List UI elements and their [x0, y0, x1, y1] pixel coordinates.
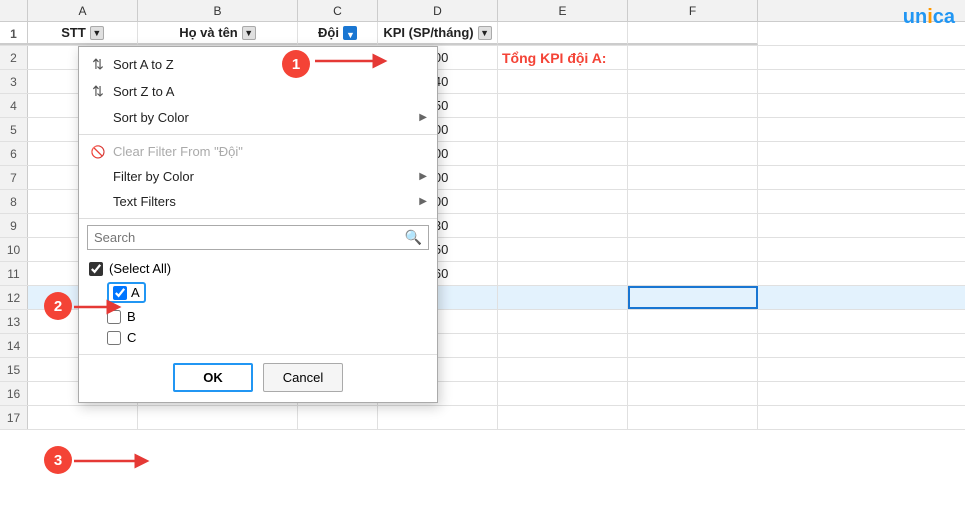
header-kpi: KPI (SP/tháng) ▼	[378, 22, 498, 45]
sort-a-to-z-item[interactable]: ⇅ Sort A to Z	[79, 51, 437, 78]
col-header-a: A	[28, 0, 138, 21]
item-b-checkbox[interactable]	[107, 310, 121, 324]
clear-filter-icon: 🚫	[89, 145, 107, 159]
text-filters-item[interactable]: Text Filters ▶	[79, 189, 437, 214]
header-e	[498, 22, 628, 45]
sort-by-color-item[interactable]: Sort by Color ▶	[79, 105, 437, 130]
sort-az-icon: ⇅	[89, 56, 107, 73]
search-box[interactable]: 🔍	[87, 225, 429, 250]
filter-kpi[interactable]: ▼	[478, 26, 492, 40]
filter-doi[interactable]: ▼	[343, 26, 357, 40]
filter-by-color-item[interactable]: Filter by Color ▶	[79, 164, 437, 189]
filter-color-submenu-arrow: ▶	[419, 171, 427, 182]
badge-3: 3	[44, 446, 72, 474]
text-filters-submenu-arrow: ▶	[419, 196, 427, 207]
sort-za-icon: ⇅	[89, 83, 107, 100]
unica-logo: unica	[903, 6, 955, 29]
item-c-checkbox[interactable]	[107, 331, 121, 345]
ok-button[interactable]: OK	[173, 363, 253, 392]
sort-az-label: Sort A to Z	[113, 57, 174, 72]
menu-separator-2	[79, 218, 437, 219]
text-filters-label: Text Filters	[113, 194, 176, 209]
select-all-checkbox[interactable]	[89, 262, 103, 276]
spreadsheet: unica A B C D E F 1 STT ▼ Họ và tên ▼	[0, 0, 965, 526]
col-header-f: F	[628, 0, 758, 21]
checkbox-list: (Select All) A B C	[79, 256, 437, 350]
button-row: OK Cancel	[79, 354, 437, 398]
corner-header	[0, 0, 28, 21]
tong-kpi-label: Tổng KPI đội A:	[498, 46, 628, 69]
clear-filter-label: Clear Filter From "Đội"	[113, 144, 243, 159]
sort-by-color-label: Sort by Color	[113, 110, 189, 125]
sort-za-label: Sort Z to A	[113, 84, 174, 99]
col-header-e: E	[498, 0, 628, 21]
col-header-b: B	[138, 0, 298, 21]
item-b-row[interactable]: B	[87, 306, 429, 327]
item-a-label: A	[131, 285, 140, 300]
header-ho-va-ten: Họ và tên ▼	[138, 22, 298, 45]
search-icon: 🔍	[405, 229, 422, 246]
search-input[interactable]	[94, 230, 401, 245]
menu-separator-1	[79, 134, 437, 135]
select-all-label: (Select All)	[109, 261, 171, 276]
row-num-1: 1	[0, 22, 28, 45]
filter-dropdown: ⇅ Sort A to Z ⇅ Sort Z to A Sort by Colo…	[78, 46, 438, 403]
column-headers: A B C D E F	[0, 0, 965, 22]
filter-by-color-label: Filter by Color	[113, 169, 194, 184]
clear-filter-item: 🚫 Clear Filter From "Đội"	[79, 139, 437, 164]
item-a-box: A	[107, 282, 146, 303]
col-header-d: D	[378, 0, 498, 21]
header-doi: Đội ▼	[298, 22, 378, 45]
badge-2: 2	[44, 292, 72, 320]
logo-un: un	[903, 6, 927, 28]
col-header-c: C	[298, 0, 378, 21]
badge-1: 1	[282, 50, 310, 78]
header-stt: STT ▼	[28, 22, 138, 45]
item-a-checkbox[interactable]	[113, 286, 127, 300]
submenu-arrow: ▶	[419, 112, 427, 123]
item-c-label: C	[127, 330, 136, 345]
filter-ho-va-ten[interactable]: ▼	[242, 26, 256, 40]
item-a-row[interactable]: A	[87, 279, 429, 306]
select-all-item[interactable]: (Select All)	[87, 258, 429, 279]
table-row: 17	[0, 406, 965, 430]
table-header-row: 1 STT ▼ Họ và tên ▼ Đội ▼	[0, 22, 965, 46]
cancel-button[interactable]: Cancel	[263, 363, 343, 392]
selected-cell[interactable]	[628, 286, 758, 309]
item-b-label: B	[127, 309, 136, 324]
logo-ca: ca	[933, 6, 955, 28]
filter-stt[interactable]: ▼	[90, 26, 104, 40]
header-f	[628, 22, 758, 45]
sort-z-to-a-item[interactable]: ⇅ Sort Z to A	[79, 78, 437, 105]
item-c-row[interactable]: C	[87, 327, 429, 348]
